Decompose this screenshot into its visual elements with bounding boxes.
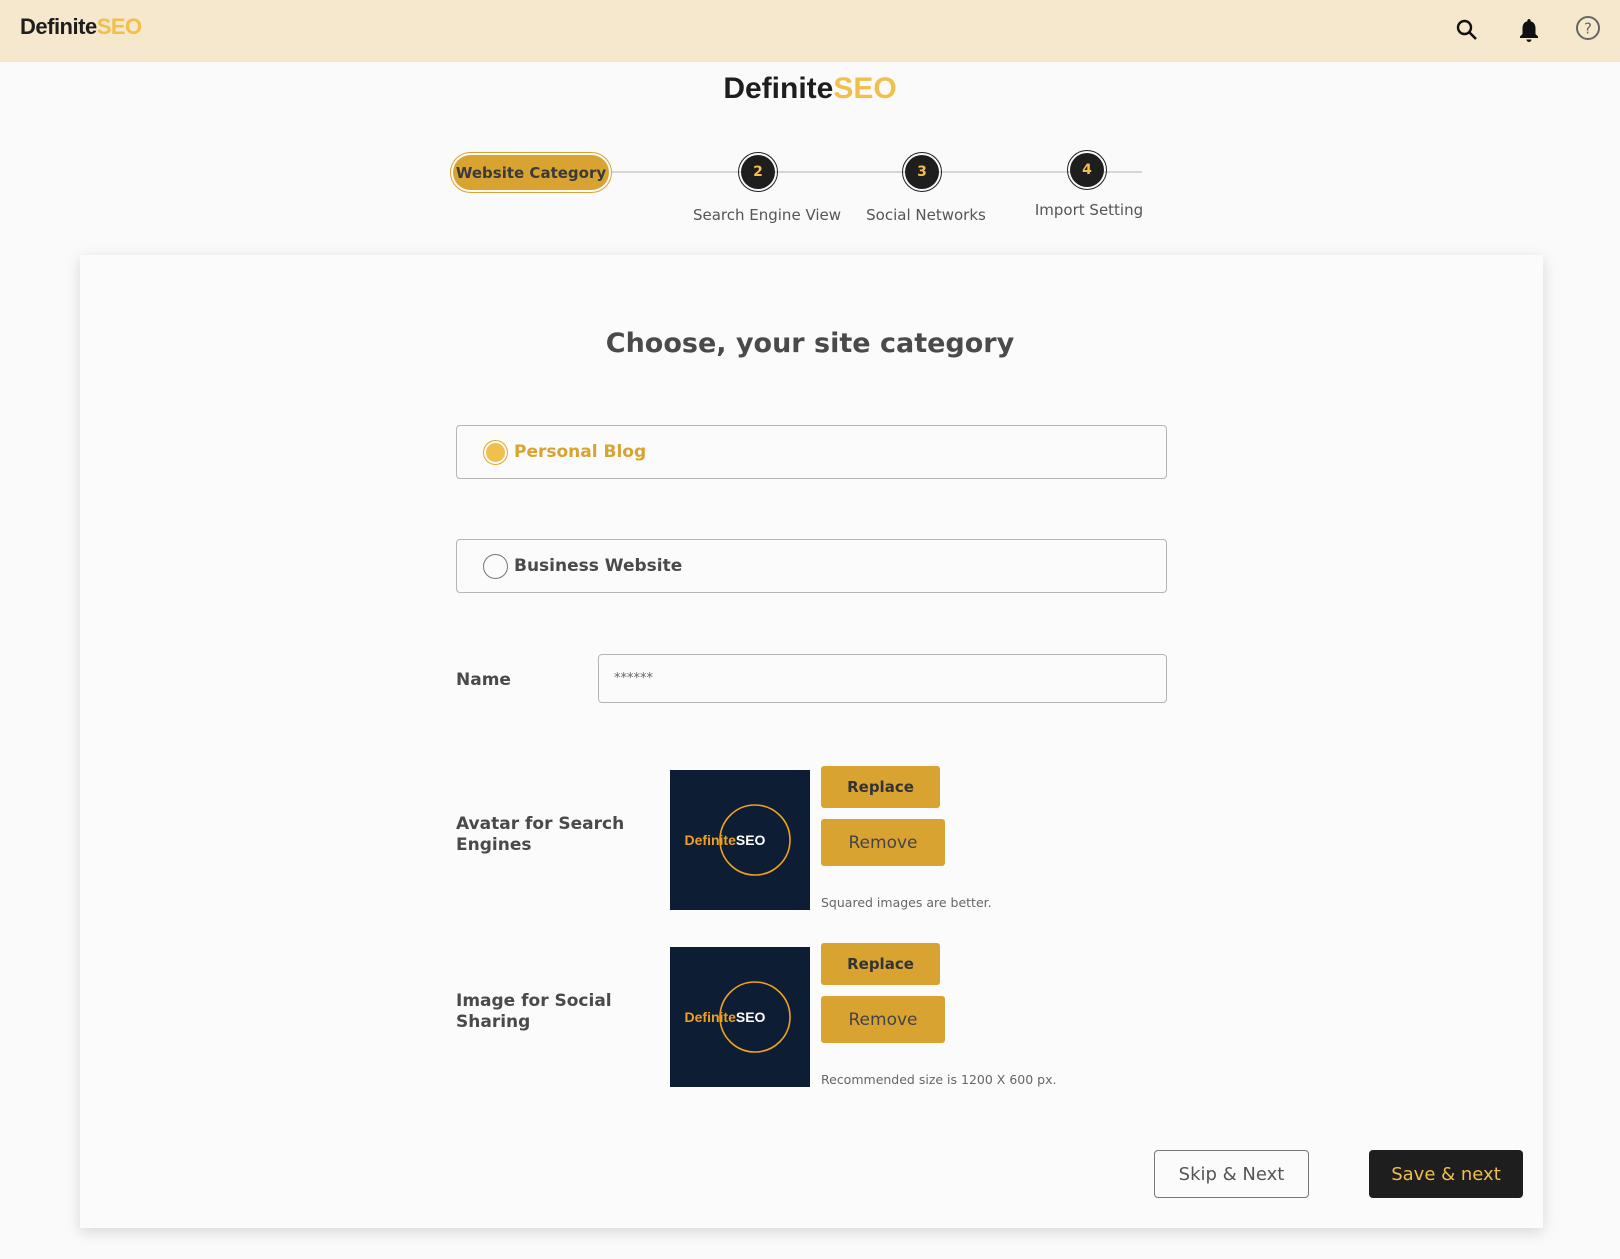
svg-text:?: ? xyxy=(1584,20,1592,38)
top-bar xyxy=(0,0,1620,62)
radio-selected[interactable] xyxy=(483,439,508,465)
avatar-remove-button[interactable]: Remove xyxy=(821,819,945,866)
option-personal-blog[interactable]: Personal Blog xyxy=(456,425,1167,479)
avatar-image: DefiniteSEO xyxy=(670,770,810,910)
social-image: DefiniteSEO xyxy=(670,947,810,1087)
option-label: Personal Blog xyxy=(514,442,647,462)
page-heading: Choose, your site category xyxy=(605,328,1015,359)
save-next-button[interactable]: Save & next xyxy=(1369,1150,1523,1198)
bell-icon[interactable] xyxy=(1513,14,1545,46)
avatar-label: Avatar for Search Engines xyxy=(456,814,625,855)
step-4-label: Import Setting xyxy=(1034,201,1144,219)
skip-next-button[interactable]: Skip & Next xyxy=(1154,1150,1309,1198)
name-input[interactable] xyxy=(598,654,1167,703)
option-label: Business Website xyxy=(514,556,683,576)
social-remove-button[interactable]: Remove xyxy=(821,996,945,1043)
brand-title: DefiniteSEO xyxy=(723,72,897,105)
svg-text:DefiniteSEO: DefiniteSEO xyxy=(685,1009,766,1025)
logo-text: Definite xyxy=(20,14,97,39)
avatar-hint: Squared images are better. xyxy=(821,895,992,910)
help-icon[interactable]: ? xyxy=(1572,12,1604,44)
step-3[interactable]: 3 xyxy=(902,152,942,192)
step-3-label: Social Networks xyxy=(866,206,986,224)
form-card xyxy=(80,255,1543,1228)
option-business-website[interactable]: Business Website xyxy=(456,539,1167,593)
step-2[interactable]: 2 xyxy=(738,152,778,192)
step-number: 4 xyxy=(1070,153,1104,187)
radio-unselected[interactable] xyxy=(483,553,508,579)
avatar-replace-button[interactable]: Replace xyxy=(821,766,940,808)
step-number: 2 xyxy=(741,155,775,189)
search-icon[interactable] xyxy=(1451,14,1483,46)
step-4[interactable]: 4 xyxy=(1067,150,1107,190)
svg-text:DefiniteSEO: DefiniteSEO xyxy=(685,832,766,848)
social-hint: Recommended size is 1200 X 600 px. xyxy=(821,1072,1057,1087)
step-2-label: Search Engine View xyxy=(692,206,842,224)
social-label: Image for Social Sharing xyxy=(456,991,612,1032)
header-logo[interactable]: DefiniteSEO xyxy=(20,14,142,40)
logo-text-accent: SEO xyxy=(96,14,142,39)
step-number: 3 xyxy=(905,155,939,189)
step-1-website-category[interactable]: Website Category xyxy=(450,152,612,193)
step-label: Website Category xyxy=(453,155,609,190)
stepper-line xyxy=(612,171,1142,173)
social-replace-button[interactable]: Replace xyxy=(821,943,940,985)
